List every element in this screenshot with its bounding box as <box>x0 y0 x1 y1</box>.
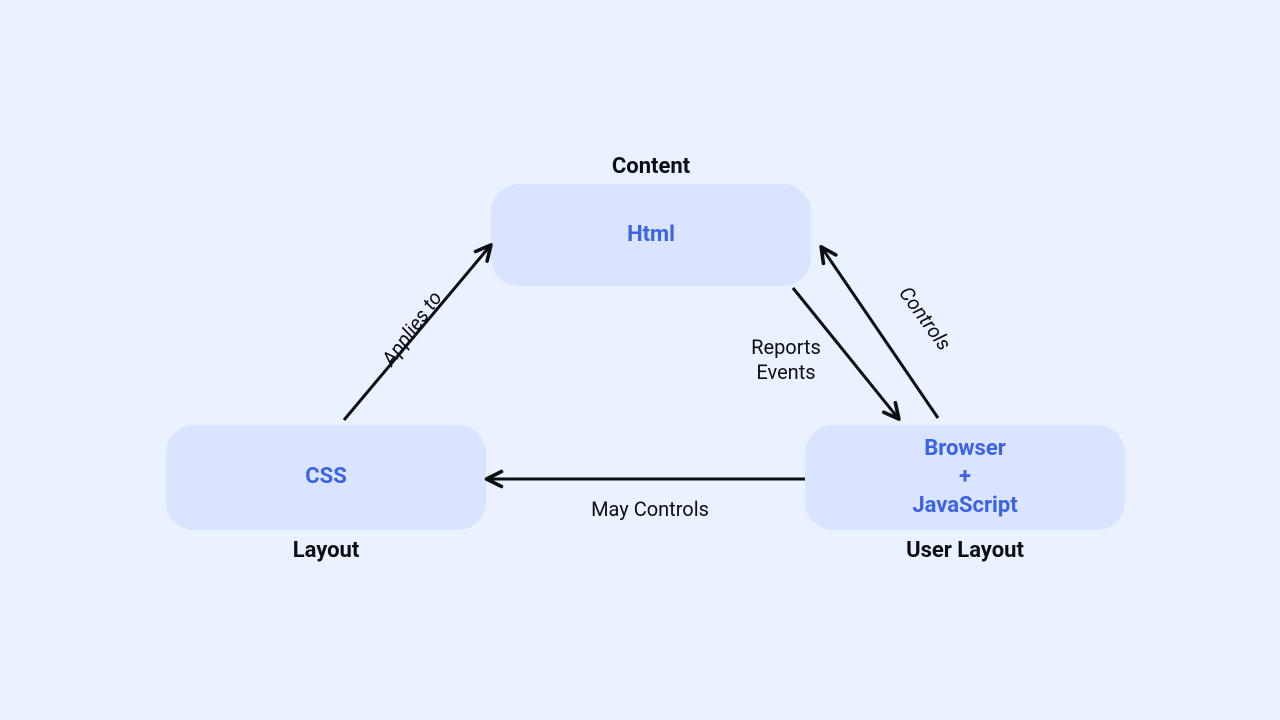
node-html-title: Html <box>627 221 675 250</box>
node-browser-caption: User Layout <box>805 538 1125 563</box>
edge-reports-line2: Events <box>726 360 846 385</box>
node-browser-line2: + <box>959 463 971 492</box>
node-css-title: CSS <box>305 463 347 492</box>
edge-controls-label: Controls <box>883 267 968 371</box>
node-css: CSS <box>166 425 486 530</box>
edge-reports-events-label: Reports Events <box>726 335 846 385</box>
node-browser: Browser + JavaScript <box>805 425 1125 530</box>
arrows-layer <box>0 0 1280 720</box>
node-html: Html <box>491 184 811 286</box>
node-browser-line3: JavaScript <box>912 492 1017 521</box>
node-css-caption: Layout <box>166 538 486 563</box>
node-browser-line1: Browser <box>924 435 1006 464</box>
edge-applies-to-label: Applies to <box>367 273 458 385</box>
node-html-caption: Content <box>491 154 811 179</box>
edge-reports-line1: Reports <box>726 335 846 360</box>
edge-may-controls-label: May Controls <box>560 497 740 522</box>
